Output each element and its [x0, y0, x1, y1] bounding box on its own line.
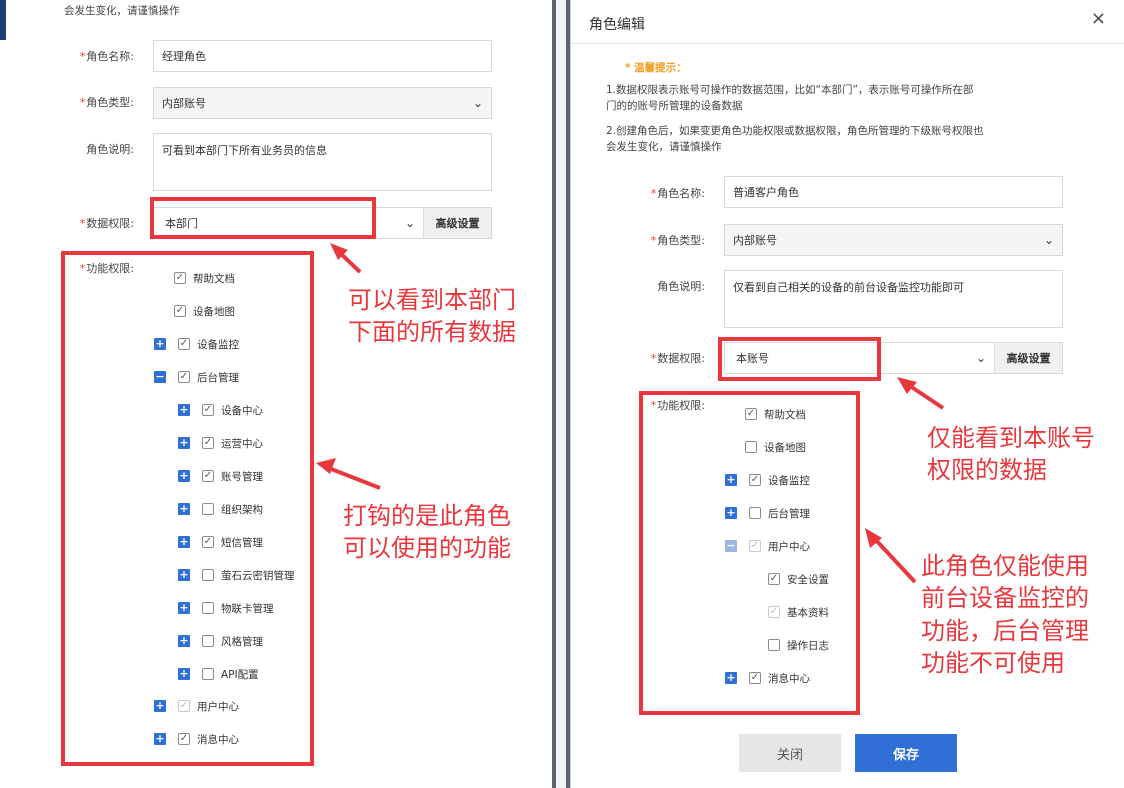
- annotation-line: 权限的数据: [927, 456, 1047, 485]
- annotation-line: 可以使用的功能: [343, 534, 511, 563]
- annotation-line: 可以看到本部门: [348, 286, 516, 314]
- annotation-line: 功能，后台管理: [921, 616, 1089, 645]
- annotation-data-scope: 仅能看到本账号 权限的数据: [927, 422, 1095, 487]
- annotation-line: 下面的所有数据: [348, 318, 516, 347]
- annotation-checked-functions: 打钩的是此角色 可以使用的功能: [343, 500, 511, 565]
- arrow-head-icon: [897, 377, 917, 394]
- annotation-line: 此角色仅能使用: [921, 552, 1089, 580]
- annotation-line: 打钩的是此角色: [343, 502, 511, 530]
- annotation-arrow-line: [325, 465, 381, 490]
- annotation-line: 仅能看到本账号: [927, 424, 1095, 452]
- annotation-data-scope: 可以看到本部门 下面的所有数据: [348, 284, 516, 349]
- annotation-arrow-line: [905, 382, 945, 410]
- annotation-line: 功能不可使用: [921, 649, 1065, 678]
- annotation-arrows: [316, 243, 381, 490]
- left-role-form-panel: 会发生变化，请谨慎操作 *角色名称: 经理角色 *角色类型: 内部账号 ⌄ 角色说…: [0, 0, 552, 788]
- annotation-line: 前台设备监控的: [921, 584, 1089, 613]
- annotation-arrow-line: [871, 535, 917, 584]
- role-edit-dialog: 角色编辑 × * 温馨提示： 1.数据权限表示账号可操作的数据范围，比如“本部门…: [570, 0, 1124, 788]
- annotation-limited-functions: 此角色仅能使用 前台设备监控的 功能，后台管理 功能不可使用: [921, 550, 1089, 680]
